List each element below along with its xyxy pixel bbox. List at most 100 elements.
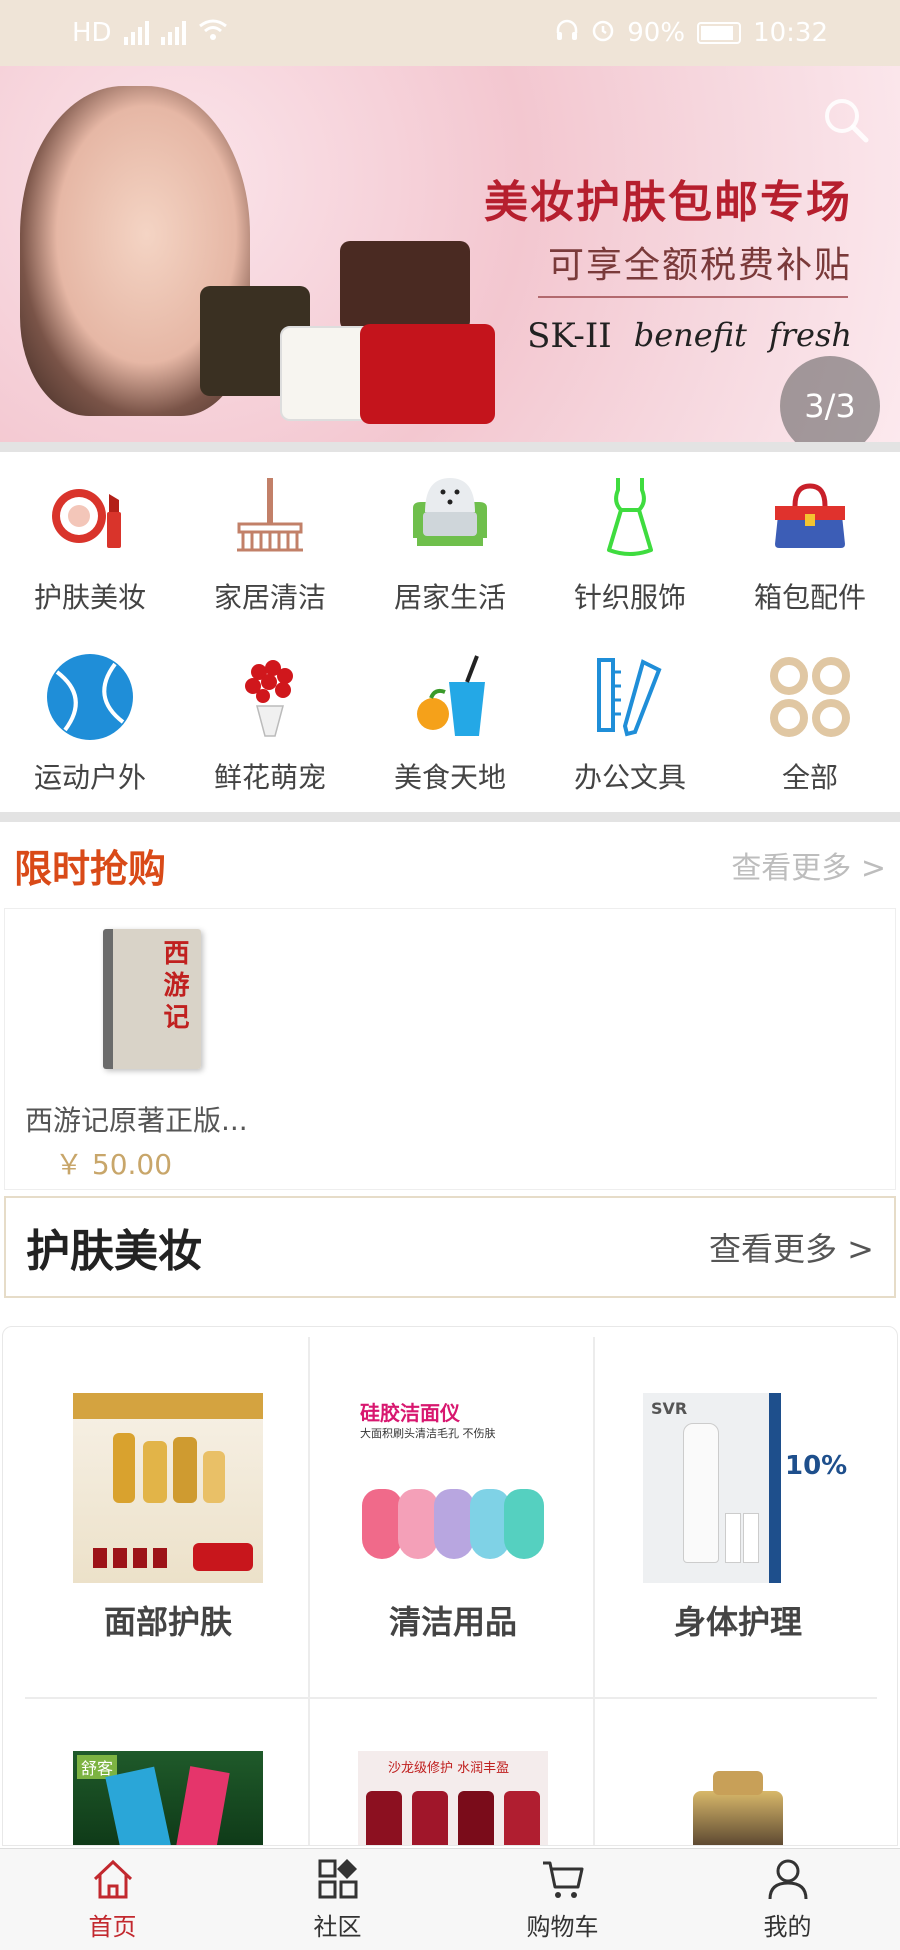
nav-profile[interactable]: 我的 (698, 1857, 878, 1942)
flash-sale-title: 限时抢购 (14, 846, 167, 891)
promo-banner[interactable]: 美妆护肤包邮专场 可享全额税费补贴 SK-II benefit fresh 3/… (0, 66, 900, 442)
signal-icon (123, 21, 149, 45)
category-grid: 护肤美妆 家居清洁 居家生活 针织服饰 箱包配件 运动户外 鲜花萌宠 美食天地 … (0, 452, 900, 812)
nav-label: 社区 (313, 1913, 362, 1941)
network-type-label: HD (72, 18, 112, 48)
nav-cart[interactable]: 购物车 (473, 1857, 653, 1942)
device-image (434, 1489, 474, 1559)
subcategory-face-care[interactable]: 面部护肤 (63, 1393, 273, 1643)
bottle-image (683, 1423, 719, 1563)
bottom-nav: 首页 社区 购物车 我的 (0, 1848, 900, 1950)
category-label: 全部 (781, 761, 838, 794)
subcategory-partial[interactable]: 沙龙级修护 水润丰盈 (358, 1751, 548, 1845)
bottle-image (504, 1791, 540, 1845)
product-image: 沙龙级修护 水润丰盈 (358, 1751, 548, 1845)
headphone-icon (555, 18, 579, 49)
book-cover-image: 西游记 (103, 929, 201, 1069)
subcategory-cleaning[interactable]: 硅胶洁面仪 大面积刷头清洁毛孔 不伤肤 清洁用品 (348, 1393, 558, 1643)
nav-community[interactable]: 社区 (248, 1857, 428, 1942)
battery-icon (697, 22, 742, 44)
bottle-image (458, 1791, 494, 1845)
pen-ruler-icon (585, 652, 675, 742)
nav-label: 购物车 (526, 1913, 599, 1941)
compact-lipstick-icon (45, 472, 135, 562)
brand-logo: SK-II (527, 316, 612, 356)
category-food[interactable]: 美食天地 (360, 632, 540, 812)
category-stationery[interactable]: 办公文具 (540, 632, 720, 812)
armchair-icon (405, 472, 495, 562)
device-image (362, 1489, 402, 1559)
tube-image (743, 1513, 759, 1563)
category-flowers-pets[interactable]: 鲜花萌宠 (180, 632, 360, 812)
category-label: 美食天地 (393, 761, 506, 794)
grid-divider (308, 1337, 310, 1845)
toothbrush-image (105, 1766, 171, 1845)
pouch-image (193, 1543, 253, 1571)
organizer-image (693, 1791, 783, 1845)
book-cover-title: 西游记 (159, 939, 189, 1035)
category-label: 针织服饰 (573, 581, 686, 614)
info-panel (769, 1393, 833, 1583)
section-title: 护肤美妆 (26, 1226, 202, 1277)
banner-brands: SK-II benefit fresh (527, 316, 852, 356)
brand-logo: fresh (768, 316, 852, 354)
grid-divider (593, 1337, 595, 1845)
nav-home[interactable]: 首页 (23, 1857, 203, 1942)
category-label: 鲜花萌宠 (213, 761, 326, 794)
category-label: 居家生活 (393, 581, 506, 614)
category-bags[interactable]: 箱包配件 (720, 452, 900, 632)
category-knitwear[interactable]: 针织服饰 (540, 452, 720, 632)
subcategory-name: 身体护理 (673, 1603, 802, 1641)
tube-image (725, 1513, 741, 1563)
dress-icon (585, 472, 675, 562)
nav-label: 首页 (88, 1913, 137, 1941)
image-brand: SVR (651, 1399, 688, 1418)
image-badge: 10% (785, 1451, 848, 1481)
bottle-image (366, 1791, 402, 1845)
clock: 10:32 (753, 18, 828, 48)
category-home-cleaning[interactable]: 家居清洁 (180, 452, 360, 632)
device-image (504, 1489, 544, 1559)
image-subtitle: 大面积刷头清洁毛孔 不伤肤 (360, 1427, 496, 1440)
image-title: 沙龙级修护 水润丰盈 (388, 1761, 510, 1776)
flash-sale-product-card[interactable]: 西游记 西游记原著正版... ￥ 50.00 (4, 908, 896, 1190)
banner-subtitle: 可享全额税费补贴 (547, 245, 852, 286)
search-icon[interactable] (818, 92, 874, 148)
bottle-image (412, 1791, 448, 1845)
section-header: 护肤美妆 查看更多 > (4, 1196, 896, 1298)
tennis-ball-icon (45, 652, 135, 742)
image-header-strip (73, 1393, 263, 1419)
subcategory-name: 面部护肤 (103, 1603, 232, 1641)
cart-icon (542, 1861, 583, 1898)
device-image (398, 1489, 438, 1559)
divider (0, 442, 900, 452)
category-home-living[interactable]: 居家生活 (360, 452, 540, 632)
flash-sale-header: 限时抢购 查看更多 > (0, 822, 900, 908)
alarm-icon (591, 18, 615, 49)
category-label: 运动户外 (33, 761, 146, 794)
grid-icon (318, 1859, 357, 1899)
product-image (643, 1751, 833, 1845)
subcategory-body-care[interactable]: SVR 10% 身体护理 (633, 1393, 847, 1643)
product-jar-image (360, 324, 495, 424)
image-title: 硅胶洁面仪 (360, 1401, 460, 1425)
category-all[interactable]: 全部 (720, 632, 900, 812)
category-label: 办公文具 (573, 761, 686, 794)
subcategory-partial[interactable]: 舒客 (73, 1751, 263, 1845)
flash-sale-more-link[interactable]: 查看更多 > (731, 843, 886, 887)
home-icon (93, 1859, 132, 1899)
drink-fruit-icon (405, 652, 495, 742)
subcategory-partial[interactable] (643, 1751, 833, 1845)
status-bar: HD 90% 10:32 (0, 0, 900, 66)
battery-percent: 90% (627, 18, 686, 48)
category-skincare[interactable]: 护肤美妆 (0, 452, 180, 632)
section-more-link[interactable]: 查看更多 > (709, 1224, 874, 1270)
nav-label: 我的 (763, 1913, 812, 1941)
wifi-icon (198, 18, 228, 49)
category-label: 护肤美妆 (33, 581, 146, 614)
four-rings-icon (765, 652, 855, 742)
subcategory-grid: 面部护肤 硅胶洁面仪 大面积刷头清洁毛孔 不伤肤 清洁用品 SVR 10% 身体… (2, 1326, 898, 1846)
category-label: 箱包配件 (753, 581, 866, 614)
category-sports[interactable]: 运动户外 (0, 632, 180, 812)
product-image: 舒客 (73, 1751, 263, 1845)
